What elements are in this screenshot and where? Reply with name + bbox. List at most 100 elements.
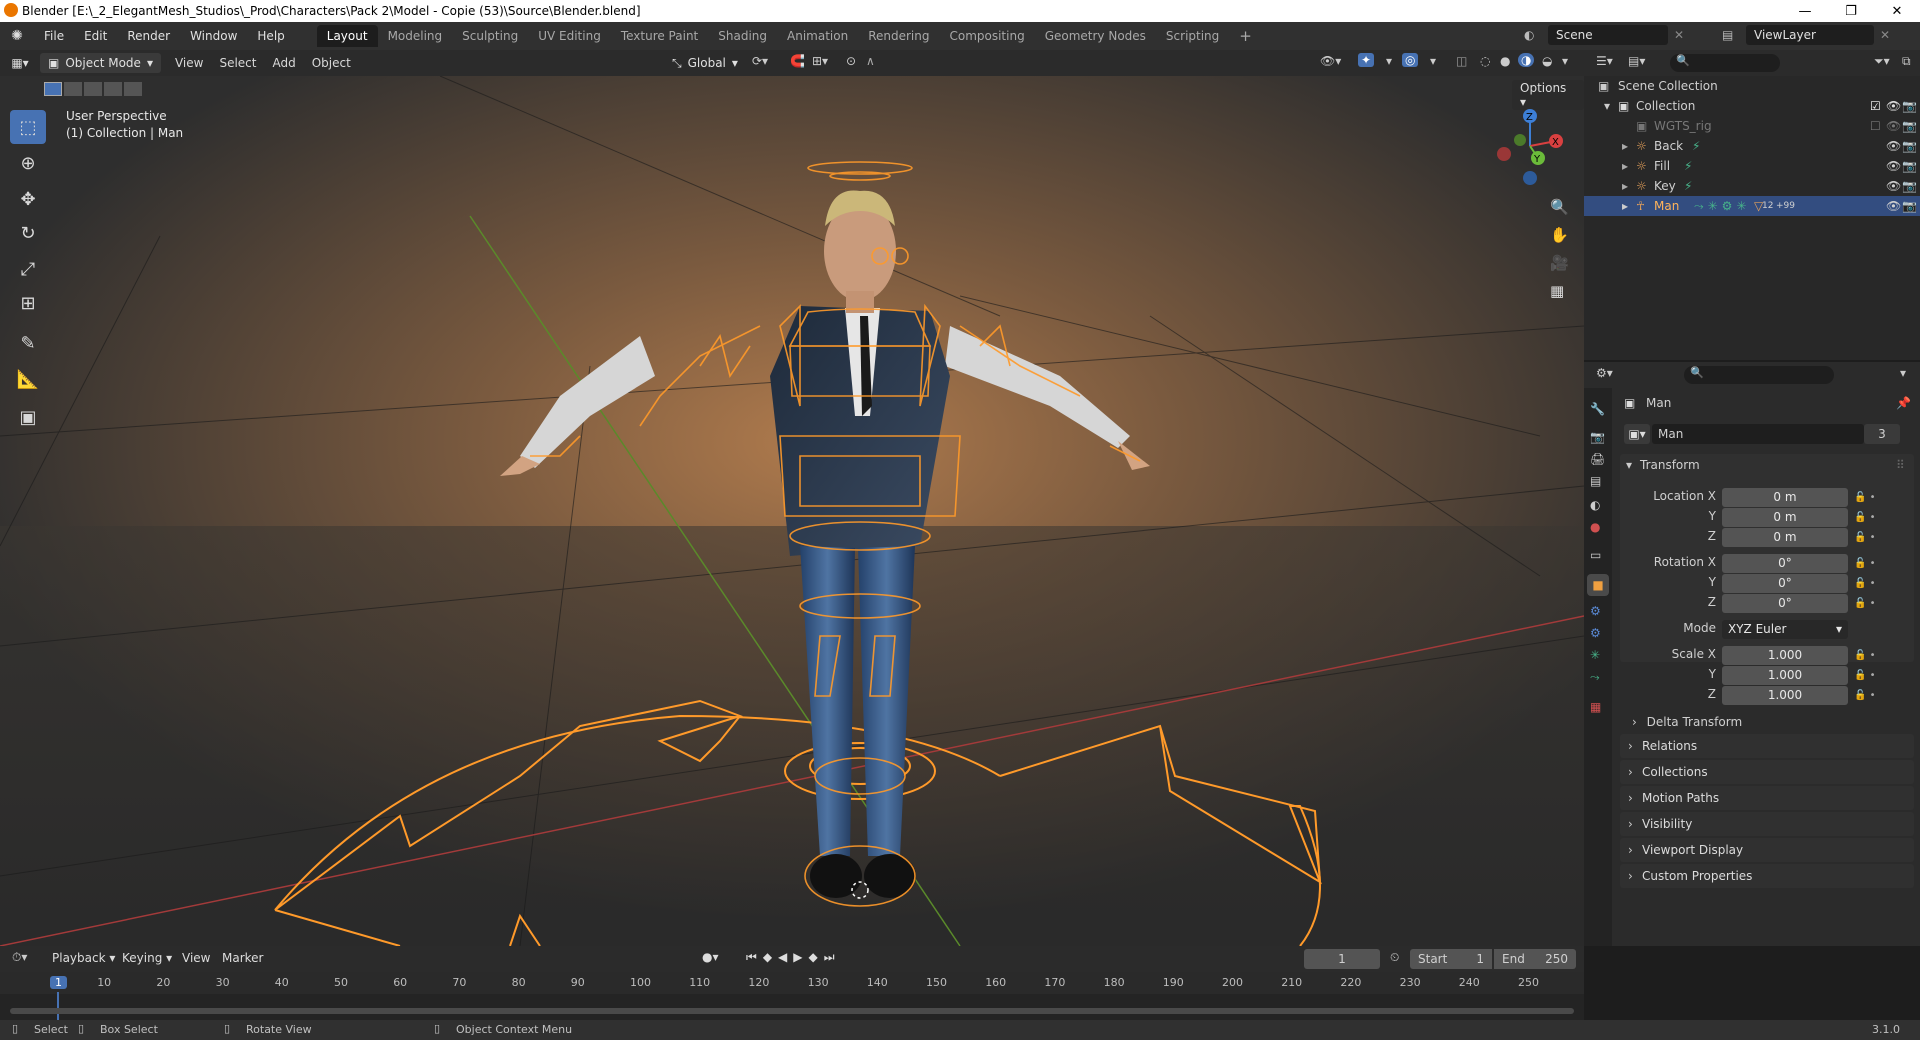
- tab-geometry-nodes[interactable]: Geometry Nodes: [1035, 25, 1156, 47]
- user-count-field[interactable]: 3: [1864, 424, 1900, 444]
- camera-view-icon[interactable]: 🎥: [1550, 254, 1569, 272]
- gizmo-dropdown-icon[interactable]: ▾: [1386, 54, 1392, 68]
- tab-layout[interactable]: Layout: [316, 25, 378, 47]
- lock-icon[interactable]: 🔓 •: [1854, 488, 1876, 508]
- rotation-z-field[interactable]: 0°: [1722, 594, 1848, 613]
- scale-y-field[interactable]: 1.000: [1722, 666, 1848, 685]
- tab-modeling[interactable]: Modeling: [378, 25, 453, 47]
- select-invert-icon[interactable]: [104, 82, 122, 96]
- transform-header[interactable]: Transform: [1640, 458, 1700, 472]
- location-x-field[interactable]: 0 m: [1722, 488, 1848, 507]
- checkbox-icon[interactable]: ☐: [1870, 116, 1881, 136]
- start-frame-field[interactable]: Start 1: [1410, 949, 1492, 969]
- rotation-mode-dropdown[interactable]: XYZ Euler ▾: [1722, 620, 1848, 639]
- outliner-row-fill[interactable]: ▸ ☼ Fill ⚡ 👁 📷: [1584, 156, 1920, 176]
- gizmo-toggle-icon[interactable]: ✦: [1358, 53, 1375, 67]
- view-layer-tab-icon[interactable]: ▤: [1590, 474, 1601, 488]
- xray-icon[interactable]: ◫: [1456, 54, 1467, 68]
- menu-help[interactable]: Help: [247, 25, 294, 47]
- expand-arrow-icon[interactable]: ▸: [1622, 176, 1628, 196]
- solid-shading-icon[interactable]: ●: [1500, 54, 1510, 68]
- chevron-down-icon[interactable]: ▾: [1900, 366, 1906, 380]
- select-new-icon[interactable]: [44, 82, 62, 96]
- camera-icon[interactable]: 📷: [1902, 116, 1917, 136]
- eye-icon[interactable]: 👁: [1886, 136, 1901, 156]
- scale-tool[interactable]: ⤢: [10, 252, 46, 286]
- location-y-field[interactable]: 0 m: [1722, 508, 1848, 527]
- transform-tool[interactable]: ⊞: [10, 286, 46, 320]
- menu-object[interactable]: Object: [304, 53, 359, 73]
- material-shading-icon[interactable]: ◑: [1518, 53, 1535, 67]
- view-layer-field[interactable]: ViewLayer: [1746, 25, 1874, 45]
- cursor-tool[interactable]: ⊕: [10, 146, 46, 180]
- prev-keyframe-icon[interactable]: ◆: [763, 950, 778, 964]
- expand-arrow-icon[interactable]: ▾: [1604, 96, 1610, 116]
- outliner-row-key[interactable]: ▸ ☼ Key ⚡ 👁 📷: [1584, 176, 1920, 196]
- scale-x-field[interactable]: 1.000: [1722, 646, 1848, 665]
- outliner-search-input[interactable]: 🔍: [1670, 54, 1780, 72]
- zoom-icon[interactable]: 🔍: [1550, 198, 1569, 216]
- tool-tab-icon[interactable]: 🔧: [1590, 402, 1605, 416]
- panel-relations[interactable]: › Relations: [1620, 734, 1914, 758]
- visibility-icon[interactable]: 👁▾: [1320, 54, 1341, 68]
- menu-edit[interactable]: Edit: [74, 25, 117, 47]
- mode-dropdown[interactable]: ▣ Object Mode ▾: [40, 53, 161, 73]
- ortho-toggle-icon[interactable]: ▦: [1550, 282, 1564, 300]
- jump-start-icon[interactable]: ⏮: [746, 950, 763, 964]
- scene-name-field[interactable]: Scene: [1548, 25, 1668, 45]
- snap-icon[interactable]: 🧲: [790, 54, 805, 68]
- menu-file[interactable]: File: [34, 25, 74, 47]
- texture-tab-icon[interactable]: ▦: [1590, 700, 1601, 714]
- world-tab-icon[interactable]: ●: [1590, 520, 1600, 534]
- navigation-gizmo[interactable]: Z X Y: [1490, 106, 1570, 186]
- view-layer-selector[interactable]: ▤ ViewLayer ✕: [1722, 25, 1890, 45]
- pan-hand-icon[interactable]: ✋: [1550, 226, 1569, 244]
- panel-motion-paths[interactable]: › Motion Paths: [1620, 786, 1914, 810]
- datablock-selector[interactable]: ▣▾ Man 3: [1620, 424, 1914, 444]
- lock-icon[interactable]: 🔓 •: [1854, 666, 1876, 686]
- move-tool[interactable]: ✥: [10, 182, 46, 216]
- measure-tool[interactable]: 📐: [10, 362, 46, 396]
- panel-viewport-display[interactable]: › Viewport Display: [1620, 838, 1914, 862]
- modifier-tab-icon[interactable]: ⚙: [1590, 604, 1601, 618]
- checkbox-icon[interactable]: ☑: [1870, 96, 1881, 116]
- camera-icon[interactable]: 📷: [1902, 136, 1917, 156]
- collection-tab-icon[interactable]: ▭: [1590, 548, 1601, 562]
- end-frame-field[interactable]: End 250: [1494, 949, 1576, 969]
- filter-icon[interactable]: ⏷▾: [1874, 54, 1890, 69]
- particles-tab-icon[interactable]: ⚙: [1590, 626, 1601, 640]
- camera-icon[interactable]: 📷: [1902, 176, 1917, 196]
- eye-icon[interactable]: 👁: [1886, 176, 1901, 196]
- lock-icon[interactable]: 🔓 •: [1854, 528, 1876, 548]
- select-mode-buttons[interactable]: [44, 82, 142, 96]
- eye-icon[interactable]: 👁: [1886, 156, 1901, 176]
- close-icon[interactable]: ✕: [1880, 28, 1890, 42]
- outliner-editor-icon[interactable]: ☰▾: [1596, 54, 1613, 68]
- timeline-scrollbar[interactable]: [10, 1008, 1574, 1014]
- physics-tab-icon[interactable]: ✳: [1590, 648, 1600, 662]
- eye-icon[interactable]: 👁: [1886, 116, 1901, 136]
- select-extend-icon[interactable]: [64, 82, 82, 96]
- lock-icon[interactable]: 🔓 •: [1854, 554, 1876, 574]
- outliner-row-scene-collection[interactable]: ▣ Scene Collection: [1584, 76, 1920, 96]
- select-intersect-icon[interactable]: [124, 82, 142, 96]
- tab-animation[interactable]: Animation: [777, 25, 858, 47]
- jump-end-icon[interactable]: ⏭: [824, 950, 841, 964]
- outliner-row-back[interactable]: ▸ ☼ Back ⚡ 👁 📷: [1584, 136, 1920, 156]
- outliner-row-collection[interactable]: ▾ ▣ Collection ☑ 👁 📷: [1584, 96, 1920, 116]
- outliner-row-wgts-rig[interactable]: ▣ WGTS_rig ☐ 👁 📷: [1584, 116, 1920, 136]
- menu-view[interactable]: View: [182, 951, 210, 965]
- preview-range-icon[interactable]: ⏲: [1390, 950, 1399, 965]
- rotation-x-field[interactable]: 0°: [1722, 554, 1848, 573]
- timeline-body[interactable]: 1 10 20 30 40 50 60 70 80 90 100 110 120 130 140 150 160…: [0, 972, 1584, 1022]
- proportional-edit-icon[interactable]: ⊙: [846, 54, 856, 68]
- scale-z-field[interactable]: 1.000: [1722, 686, 1848, 705]
- close-icon[interactable]: ✕: [1674, 28, 1684, 42]
- scene-tab-icon[interactable]: ◐: [1590, 498, 1600, 512]
- pivot-icon[interactable]: ⟳▾: [752, 54, 768, 68]
- camera-icon[interactable]: 📷: [1902, 156, 1917, 176]
- auto-key-icon[interactable]: ●▾: [702, 950, 719, 964]
- play-reverse-icon[interactable]: ◀: [778, 950, 793, 964]
- wireframe-shading-icon[interactable]: ◌: [1480, 54, 1490, 68]
- menu-add[interactable]: Add: [264, 53, 303, 73]
